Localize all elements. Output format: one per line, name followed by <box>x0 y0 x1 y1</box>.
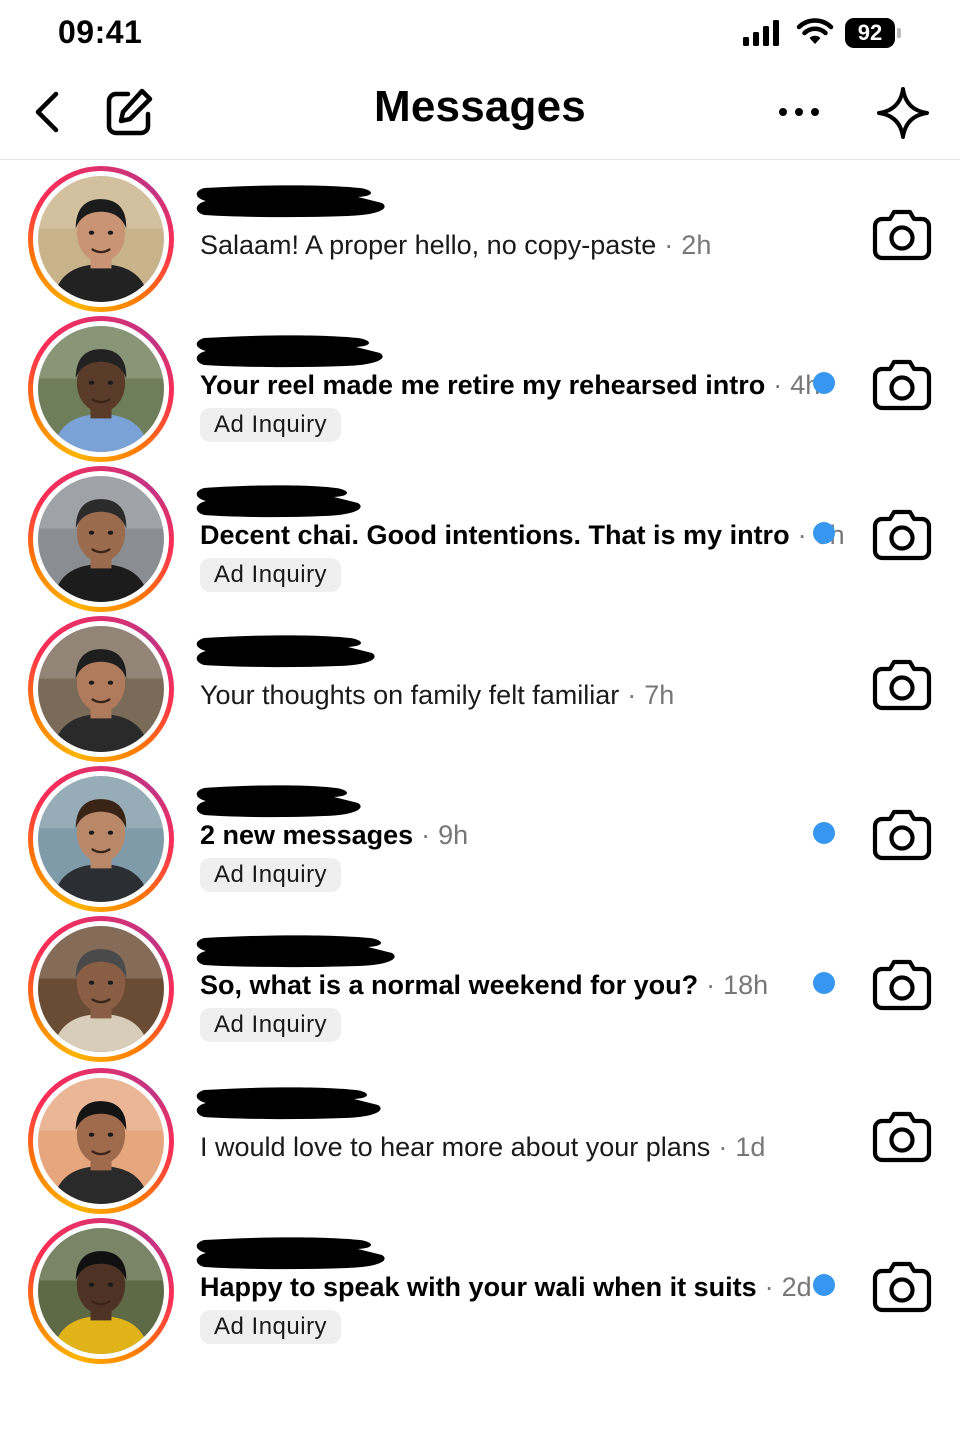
preview-text: Decent chai. Good intentions. That is my… <box>200 520 790 550</box>
redacted-username <box>196 635 375 668</box>
unread-dot <box>813 522 835 544</box>
redacted-username <box>196 335 383 368</box>
camera-icon[interactable] <box>872 957 932 1011</box>
avatar <box>38 176 164 302</box>
message-preview: Your thoughts on family felt familiar · 7h <box>200 680 674 711</box>
redacted-username <box>196 185 385 218</box>
thread-row[interactable]: Decent chai. Good intentions. That is my… <box>0 462 960 612</box>
ad-inquiry-badge: Ad Inquiry <box>200 1008 342 1042</box>
status-time: 09:41 <box>58 14 143 50</box>
camera-icon[interactable] <box>872 807 932 861</box>
message-preview: Your reel made me retire my rehearsed in… <box>200 370 820 401</box>
avatar <box>38 326 164 452</box>
redacted-username <box>196 485 361 518</box>
camera-icon[interactable] <box>872 1109 932 1163</box>
avatar-photo <box>38 476 164 602</box>
separator-dot: · <box>797 520 807 550</box>
separator-dot: · <box>421 820 431 850</box>
preview-text: I would love to hear more about your pla… <box>200 1132 711 1162</box>
status-bar: 09:41 92 <box>0 0 960 70</box>
battery-indicator: 92 <box>845 18 901 48</box>
message-timestamp: 2h <box>681 230 712 260</box>
more-options-icon[interactable] <box>776 100 822 124</box>
story-ring[interactable] <box>28 616 174 762</box>
unread-dot <box>813 1274 835 1296</box>
redacted-username <box>196 785 361 818</box>
preview-text: Happy to speak with your wali when it su… <box>200 1272 757 1302</box>
redacted-username <box>196 1237 385 1270</box>
message-preview: 2 new messages · 9h <box>200 820 468 851</box>
redacted-username <box>196 935 395 968</box>
avatar <box>38 1078 164 1204</box>
camera-icon[interactable] <box>872 357 932 411</box>
camera-icon[interactable] <box>872 657 932 711</box>
separator-dot: · <box>718 1132 728 1162</box>
avatar <box>38 1228 164 1354</box>
avatar-photo <box>38 626 164 752</box>
preview-text: Your reel made me retire my rehearsed in… <box>200 370 766 400</box>
thread-row[interactable]: Your thoughts on family felt familiar · 7h <box>0 612 960 762</box>
camera-icon[interactable] <box>872 507 932 561</box>
separator-dot: · <box>627 680 637 710</box>
thread-row[interactable]: So, what is a normal weekend for you? · 18… <box>0 912 960 1062</box>
camera-icon[interactable] <box>872 207 932 261</box>
story-ring[interactable] <box>28 166 174 312</box>
avatar-photo <box>38 776 164 902</box>
ad-inquiry-badge: Ad Inquiry <box>200 558 342 592</box>
messages-screen: 09:41 92 Messages Salaam! A proper hello… <box>0 0 960 1440</box>
avatar-photo <box>38 1078 164 1204</box>
preview-text: Your thoughts on family felt familiar <box>200 680 620 710</box>
message-timestamp: 2d <box>781 1272 812 1302</box>
separator-dot: · <box>773 370 783 400</box>
unread-dot <box>813 372 835 394</box>
message-preview: Salaam! A proper hello, no copy-paste · 2h <box>200 230 711 261</box>
story-ring[interactable] <box>28 316 174 462</box>
message-timestamp: 18h <box>723 970 769 1000</box>
story-ring[interactable] <box>28 1068 174 1214</box>
preview-text: So, what is a normal weekend for you? <box>200 970 699 1000</box>
separator-dot: · <box>664 230 674 260</box>
story-ring[interactable] <box>28 466 174 612</box>
story-ring[interactable] <box>28 916 174 1062</box>
message-preview: So, what is a normal weekend for you? · 18… <box>200 970 768 1001</box>
avatar-photo <box>38 926 164 1052</box>
message-preview: Decent chai. Good intentions. That is my… <box>200 520 845 551</box>
wifi-icon <box>796 18 834 44</box>
redacted-username <box>196 1087 381 1120</box>
cellular-signal-icon <box>743 20 779 46</box>
avatar-photo <box>38 1228 164 1354</box>
thread-row[interactable]: I would love to hear more about your pla… <box>0 1064 960 1214</box>
message-timestamp: 9h <box>438 820 469 850</box>
avatar <box>38 476 164 602</box>
preview-text: 2 new messages <box>200 820 414 850</box>
story-ring[interactable] <box>28 766 174 912</box>
story-ring[interactable] <box>28 1218 174 1364</box>
thread-row[interactable]: Salaam! A proper hello, no copy-paste · 2h <box>0 162 960 312</box>
separator-dot: · <box>706 970 716 1000</box>
camera-icon[interactable] <box>872 1259 932 1313</box>
unread-dot <box>813 822 835 844</box>
separator-dot: · <box>764 1272 774 1302</box>
ad-inquiry-badge: Ad Inquiry <box>200 858 342 892</box>
ad-inquiry-badge: Ad Inquiry <box>200 1310 342 1344</box>
thread-row[interactable]: 2 new messages · 9h Ad Inquiry <box>0 762 960 912</box>
avatar <box>38 926 164 1052</box>
avatar <box>38 776 164 902</box>
message-preview: I would love to hear more about your pla… <box>200 1132 765 1163</box>
ad-inquiry-badge: Ad Inquiry <box>200 408 342 442</box>
nav-bar: Messages <box>0 70 960 160</box>
thread-row[interactable]: Happy to speak with your wali when it su… <box>0 1214 960 1364</box>
battery-level: 92 <box>845 18 895 48</box>
message-preview: Happy to speak with your wali when it su… <box>200 1272 812 1303</box>
avatar <box>38 626 164 752</box>
message-timestamp: 1d <box>735 1132 766 1162</box>
battery-tip <box>897 28 901 38</box>
message-timestamp: 7h <box>644 680 675 710</box>
sparkle-filter-icon[interactable] <box>876 86 930 140</box>
unread-dot <box>813 972 835 994</box>
avatar-photo <box>38 176 164 302</box>
avatar-photo <box>38 326 164 452</box>
thread-row[interactable]: Your reel made me retire my rehearsed in… <box>0 312 960 462</box>
preview-text: Salaam! A proper hello, no copy-paste <box>200 230 657 260</box>
